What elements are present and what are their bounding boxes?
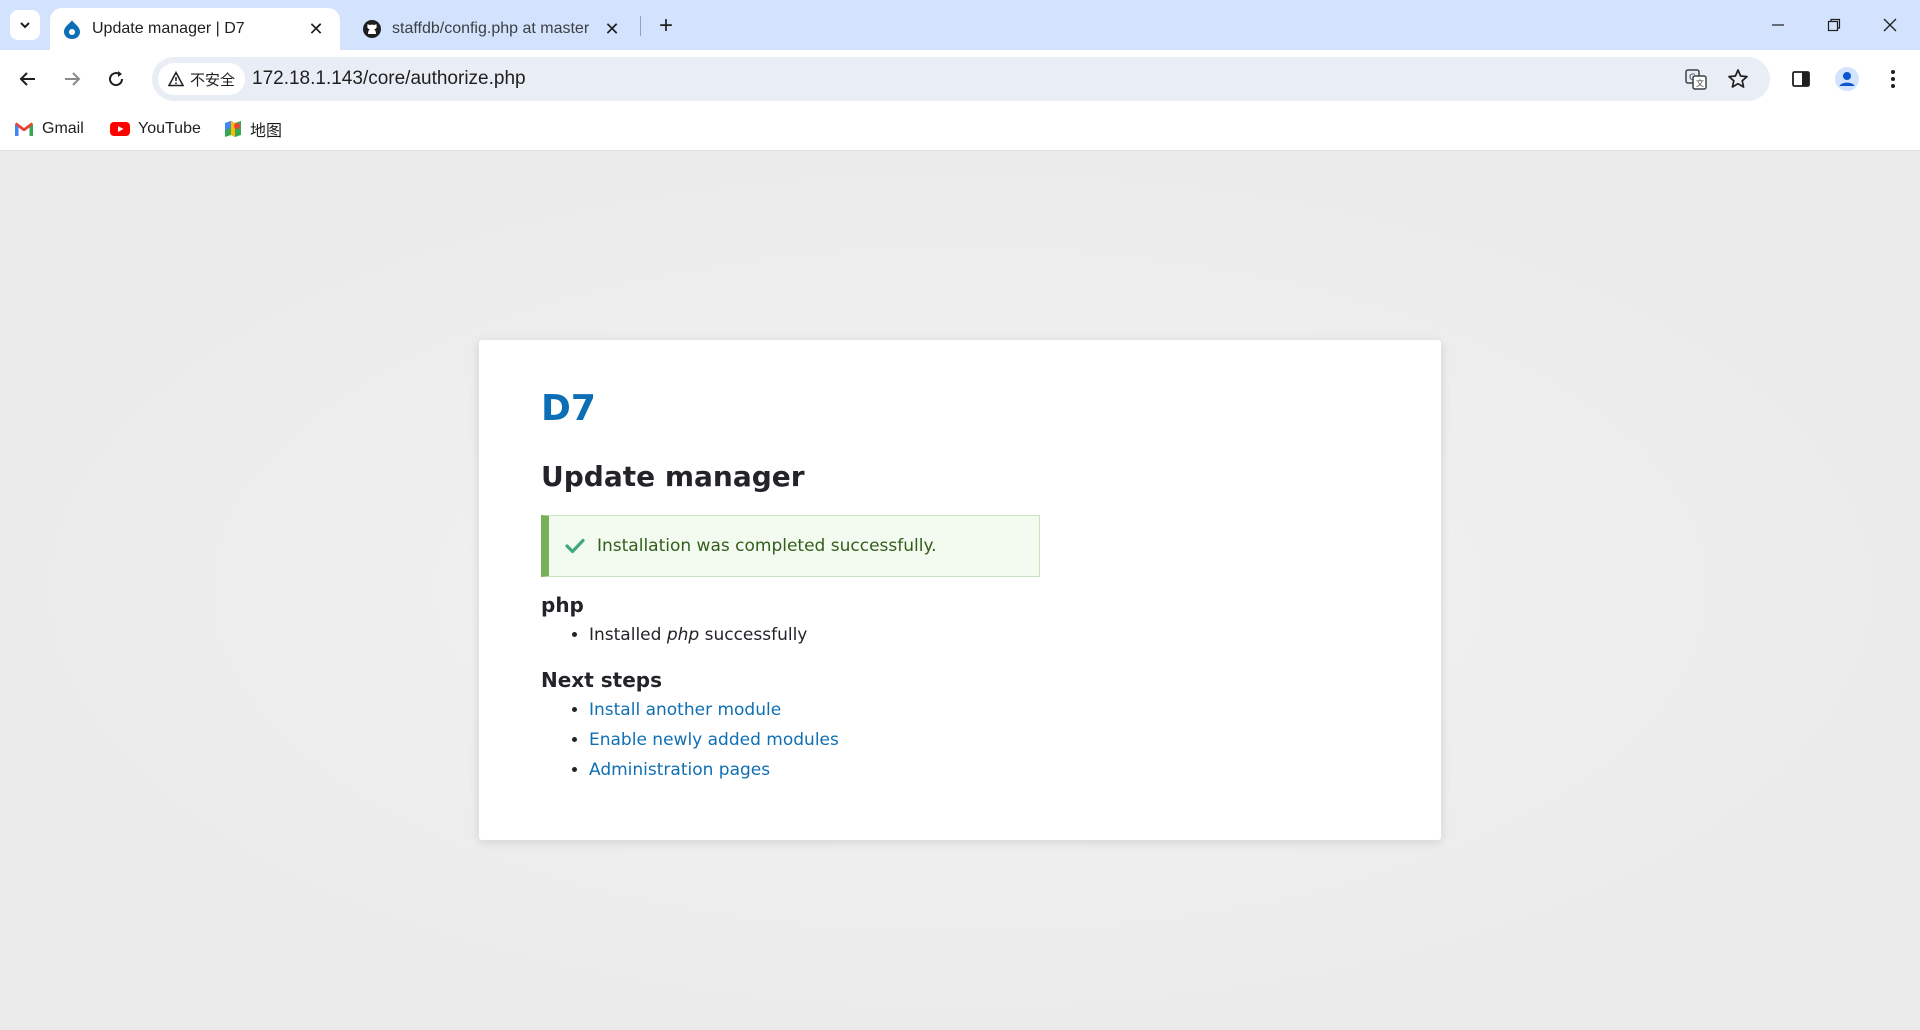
administration-pages-link[interactable]: Administration pages [589, 760, 770, 780]
gmail-icon [15, 122, 33, 136]
youtube-icon [110, 122, 130, 136]
close-tab-icon[interactable]: ✕ [304, 17, 328, 41]
site-name[interactable]: D7 [541, 388, 596, 429]
url-text[interactable]: 172.18.1.143/core/authorize.php [252, 57, 526, 101]
tab-strip: Update manager | D7 ✕ staffdb/config.php… [0, 0, 1920, 50]
forward-button[interactable] [54, 61, 90, 97]
minimize-button[interactable] [1750, 0, 1806, 50]
warning-icon [168, 71, 184, 87]
tab-update-manager[interactable]: Update manager | D7 ✕ [50, 8, 340, 50]
install-another-module-link[interactable]: Install another module [589, 700, 781, 720]
list-item: Installed php successfully [589, 620, 807, 650]
bookmark-maps[interactable]: 地图 [224, 116, 282, 142]
project-results-list: Installed php successfully [541, 620, 807, 650]
browser-toolbar: 不安全 172.18.1.143/core/authorize.php G文 [0, 50, 1920, 108]
svg-text:文: 文 [1696, 78, 1704, 88]
close-icon [1883, 18, 1897, 32]
check-icon [565, 535, 587, 557]
close-window-button[interactable] [1862, 0, 1918, 50]
maps-icon [225, 121, 241, 137]
bookmark-label: YouTube [138, 120, 201, 137]
address-bar[interactable]: 不安全 172.18.1.143/core/authorize.php G文 [152, 57, 1770, 101]
restore-icon [1827, 18, 1841, 32]
restore-button[interactable] [1806, 0, 1862, 50]
security-label: 不安全 [190, 71, 236, 89]
list-item: Administration pages [589, 755, 839, 785]
side-panel-button[interactable] [1783, 61, 1819, 97]
bookmark-star-icon[interactable] [1724, 65, 1752, 93]
bookmarks-bar: Gmail YouTube 地图 [0, 108, 1920, 151]
page-title: Update manager [541, 460, 805, 493]
security-chip[interactable]: 不安全 [158, 63, 246, 95]
drupal-icon [62, 19, 82, 39]
result-project: php [666, 625, 700, 645]
tab-search-button[interactable] [10, 10, 40, 40]
close-tab-icon[interactable]: ✕ [600, 17, 624, 41]
bookmark-youtube[interactable]: YouTube [110, 116, 201, 142]
translate-icon[interactable]: G文 [1682, 65, 1710, 93]
arrow-left-icon [19, 72, 35, 86]
github-icon [362, 19, 382, 39]
project-heading: php [541, 593, 584, 617]
next-steps-list: Install another module Enable newly adde… [541, 695, 839, 785]
enable-new-modules-link[interactable]: Enable newly added modules [589, 730, 839, 750]
tab-title: Update manager | D7 [92, 20, 245, 37]
menu-button[interactable] [1875, 61, 1911, 97]
status-text: Installation was completed successfully. [597, 536, 937, 556]
back-button[interactable] [10, 61, 46, 97]
avatar-icon [1835, 67, 1859, 91]
profile-button[interactable] [1829, 61, 1865, 97]
minimize-icon [1772, 24, 1784, 26]
status-message: Installation was completed successfully. [541, 515, 1040, 577]
bookmark-gmail[interactable]: Gmail [14, 116, 84, 142]
new-tab-button[interactable]: + [652, 12, 680, 40]
content-card: D7 Update manager Installation was compl… [479, 340, 1441, 840]
side-panel-icon [1792, 71, 1810, 87]
chevron-down-icon [20, 22, 30, 29]
tab-staffdb-config[interactable]: staffdb/config.php at master ✕ [350, 8, 636, 50]
tab-title: staffdb/config.php at master [392, 20, 590, 37]
result-prefix: Installed [589, 625, 667, 645]
more-vert-icon [1891, 70, 1895, 88]
list-item: Install another module [589, 695, 839, 725]
tab-separator [640, 16, 641, 36]
bookmark-label: Gmail [42, 120, 84, 137]
arrow-right-icon [65, 72, 81, 86]
page-viewport: D7 Update manager Installation was compl… [0, 151, 1920, 1030]
next-steps-heading: Next steps [541, 668, 662, 692]
result-suffix: successfully [699, 625, 808, 645]
list-item: Enable newly added modules [589, 725, 839, 755]
bookmark-label: 地图 [250, 123, 283, 140]
reload-button[interactable] [98, 61, 134, 97]
reload-icon [109, 71, 124, 87]
